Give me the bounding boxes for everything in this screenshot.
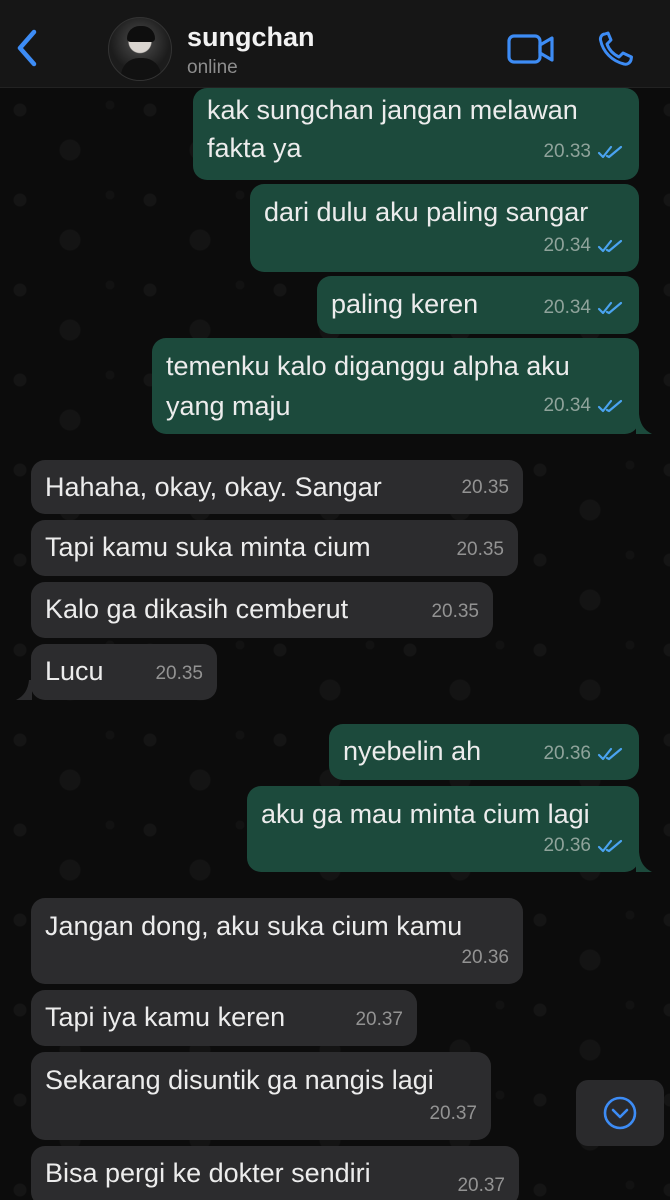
- message-text: Hahaha, okay, okay. Sangar: [45, 472, 382, 502]
- message-bubble-incoming[interactable]: Jangan dong, aku suka cium kamu 20.36: [31, 898, 523, 984]
- message-bubble-incoming[interactable]: Tapi iya kamu keren 20.37: [31, 990, 417, 1046]
- message-meta: 20.36: [461, 940, 509, 976]
- message-time: 20.34: [543, 235, 591, 256]
- video-call-button[interactable]: [506, 30, 556, 68]
- message-text: kak sungchan jangan melawan: [207, 95, 578, 125]
- message-time: 20.36: [543, 743, 591, 764]
- message-meta: 20.35: [155, 656, 203, 692]
- message-text: Sekarang disuntik ga nangis lagi: [45, 1065, 434, 1095]
- message-bubble-outgoing[interactable]: nyebelin ah 20.36: [329, 724, 639, 780]
- bubble-tail: [636, 852, 652, 872]
- message-time: 20.33: [543, 141, 591, 162]
- message-time: 20.37: [429, 1103, 477, 1124]
- message-text: nyebelin ah: [343, 736, 482, 766]
- message-meta: 20.36: [543, 736, 625, 772]
- message-time: 20.35: [431, 601, 479, 622]
- message-bubble-incoming[interactable]: Kalo ga dikasih cemberut 20.35: [31, 582, 493, 638]
- read-ticks-icon: [597, 301, 623, 315]
- message-time: 20.36: [543, 835, 591, 856]
- message-meta: 20.37: [429, 1096, 477, 1132]
- chat-header: sungchan online: [0, 0, 670, 88]
- bubble-tail: [16, 680, 32, 700]
- contact-name[interactable]: sungchan: [187, 22, 315, 53]
- message-text: aku ga mau minta cium lagi: [261, 799, 590, 829]
- message-meta: 20.35: [431, 594, 479, 630]
- message-time: 20.34: [543, 297, 591, 318]
- message-bubble-incoming[interactable]: Hahaha, okay, okay. Sangar 20.35: [31, 460, 523, 514]
- message-text: Lucu: [45, 656, 104, 686]
- message-text: paling keren: [331, 289, 479, 319]
- scroll-to-bottom-button[interactable]: [576, 1080, 664, 1146]
- message-bubble-outgoing[interactable]: aku ga mau minta cium lagi 20.36: [247, 786, 639, 872]
- message-text: Bisa pergi ke dokter sendiri: [45, 1158, 371, 1188]
- message-time: 20.37: [457, 1175, 505, 1196]
- message-meta: 20.36: [543, 828, 625, 864]
- message-time: 20.36: [461, 947, 509, 968]
- contact-status: online: [187, 57, 238, 78]
- read-ticks-icon: [597, 399, 623, 413]
- message-meta: 20.34: [543, 388, 625, 424]
- back-button[interactable]: [10, 26, 46, 70]
- message-meta: 20.33: [543, 134, 625, 170]
- chevron-down-circle-icon: [603, 1096, 637, 1130]
- read-ticks-icon: [597, 239, 623, 253]
- message-meta: 20.35: [456, 532, 504, 568]
- message-text: Tapi kamu suka minta cium: [45, 532, 371, 562]
- message-time: 20.35: [155, 663, 203, 684]
- read-ticks-icon: [597, 145, 623, 159]
- message-text: dari dulu aku paling sangar: [264, 197, 589, 227]
- message-bubble-incoming[interactable]: Tapi kamu suka minta cium 20.35: [31, 520, 518, 576]
- message-meta: 20.37: [457, 1168, 505, 1200]
- message-text: temenku kalo diganggu alpha aku: [166, 351, 570, 381]
- message-time: 20.34: [543, 395, 591, 416]
- message-bubble-outgoing[interactable]: temenku kalo diganggu alpha aku yang maj…: [152, 338, 639, 434]
- message-meta: 20.34: [543, 228, 625, 264]
- message-bubble-incoming[interactable]: Lucu 20.35: [31, 644, 217, 700]
- message-bubble-outgoing[interactable]: kak sungchan jangan melawan fakta ya 20.…: [193, 88, 639, 180]
- message-text: Tapi iya kamu keren: [45, 1002, 286, 1032]
- message-text: yang maju: [166, 391, 291, 421]
- message-time: 20.35: [461, 477, 509, 498]
- voice-call-button[interactable]: [596, 30, 636, 68]
- read-ticks-icon: [597, 747, 623, 761]
- message-meta: 20.35: [461, 470, 509, 506]
- read-ticks-icon: [597, 839, 623, 853]
- bubble-tail: [636, 414, 652, 434]
- message-time: 20.37: [355, 1009, 403, 1030]
- message-bubble-outgoing[interactable]: dari dulu aku paling sangar 20.34: [250, 184, 639, 272]
- message-time: 20.35: [456, 539, 504, 560]
- avatar[interactable]: [108, 17, 172, 81]
- message-meta: 20.37: [355, 1002, 403, 1038]
- video-camera-icon: [507, 34, 554, 64]
- message-text: fakta ya: [207, 133, 302, 163]
- message-text: Kalo ga dikasih cemberut: [45, 594, 349, 624]
- message-bubble-incoming[interactable]: Sekarang disuntik ga nangis lagi 20.37: [31, 1052, 491, 1140]
- message-text: Jangan dong, aku suka cium kamu: [45, 911, 463, 941]
- chevron-left-icon: [17, 29, 37, 67]
- phone-icon: [598, 31, 633, 66]
- message-bubble-outgoing[interactable]: paling keren 20.34: [317, 276, 639, 334]
- message-bubble-incoming[interactable]: Bisa pergi ke dokter sendiri 20.37: [31, 1146, 519, 1200]
- message-meta: 20.34: [543, 290, 625, 326]
